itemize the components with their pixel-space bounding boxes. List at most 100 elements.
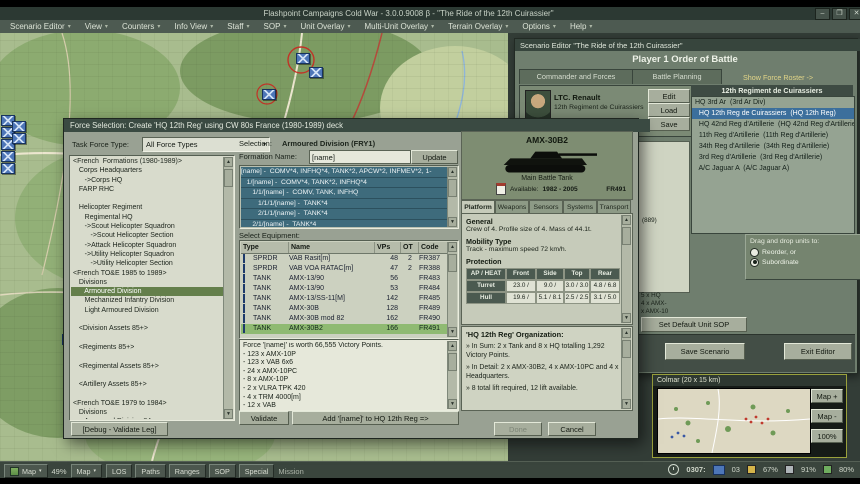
column-ot[interactable]: OT — [401, 242, 419, 253]
tree-item[interactable]: Armoured Division — [71, 287, 224, 297]
formation-node[interactable]: 1/[name] - COMV*4, TANK*2, INFHQ*4 — [241, 177, 448, 189]
force-roster-list[interactable]: HQ 3rd Ar (3rd Ar Div) HQ 12th Reg de Cu… — [691, 96, 855, 234]
roster-item[interactable]: 34th Reg d'Artillerie (34th Reg d'Artill… — [692, 141, 854, 152]
scrollbar[interactable]: ▲ ▼ — [223, 157, 233, 419]
column-vps[interactable]: VPs — [375, 242, 401, 253]
minimap-view[interactable] — [657, 388, 811, 454]
formation-structure-list[interactable]: [name] - COMV*4, INFHQ*4, TANK*2, APCW*2… — [239, 165, 459, 229]
tree-item[interactable] — [71, 389, 224, 398]
view-toggle-button[interactable]: LOS — [106, 464, 133, 478]
scrollbar[interactable]: ▲ ▼ — [621, 215, 631, 323]
scenario-editor-titlebar[interactable]: Scenario Editor "The Ride of the 12th Cu… — [515, 39, 860, 51]
save-button[interactable]: Save — [648, 117, 690, 131]
roster-item[interactable]: HQ 12th Reg de Cuirassiers (HQ 12th Reg) — [692, 108, 854, 119]
equipment-tab[interactable]: Transport — [597, 200, 631, 214]
equipment-row[interactable]: TANK AMX-13/90 56 FR483 — [241, 274, 448, 284]
view-toggle-button[interactable]: Ranges — [168, 464, 206, 478]
scrollbar-track[interactable] — [448, 252, 457, 327]
scrollbar-thumb[interactable] — [622, 227, 631, 245]
equipment-row[interactable]: SPRDR VAB VOA RATAC[m] 47 2 FR388 — [241, 264, 448, 274]
equipment-row[interactable]: TANK AMX-13/SS-11[M] 142 FR485 — [241, 294, 448, 304]
tree-item[interactable]: Divisions — [71, 408, 224, 417]
scrollbar[interactable]: ▲ ▼ — [447, 167, 457, 227]
scrollbar-thumb[interactable] — [622, 340, 631, 358]
map-unit-counter[interactable] — [296, 53, 310, 64]
close-button[interactable]: ✕ — [849, 7, 860, 20]
minimap-titlebar[interactable]: Colmar (20 x 15 km) — [653, 375, 846, 386]
tree-item[interactable]: ->Utility Helicopter Squadron — [71, 250, 224, 259]
scroll-up-icon[interactable]: ▲ — [448, 167, 457, 177]
roster-item[interactable]: HQ 3rd Ar (3rd Ar Div) — [692, 97, 854, 108]
scroll-up-icon[interactable]: ▲ — [448, 242, 457, 252]
tree-item[interactable]: Mechanized Infantry Division — [71, 296, 224, 305]
formation-node[interactable]: 1/1/1/[name] - TANK*4 — [241, 198, 448, 210]
radio-icon[interactable] — [750, 257, 759, 267]
tree-item[interactable]: <French TO&E 1979 to 1984> — [71, 399, 224, 408]
add-to-hq-button[interactable]: Add '[name]' to HQ 12th Reg => — [292, 411, 459, 425]
formation-template-tree[interactable]: <French Formations (1980-1989)> Corps He… — [69, 155, 235, 421]
set-default-unit-sop-button[interactable]: Set Default Unit SOP — [641, 317, 747, 332]
scrollbar[interactable]: ▲ ▼ — [447, 341, 457, 409]
map-menu-button[interactable]: Map ▾ — [70, 464, 103, 478]
scroll-up-icon[interactable]: ▲ — [448, 341, 457, 351]
scroll-down-icon[interactable]: ▼ — [448, 399, 457, 409]
tree-item[interactable]: Divisions — [71, 278, 224, 287]
column-name[interactable]: Name — [289, 242, 375, 253]
scrollbar-thumb[interactable] — [448, 179, 457, 197]
view-toggle-button[interactable]: Paths — [135, 464, 166, 478]
scroll-down-icon[interactable]: ▼ — [448, 327, 457, 337]
column-code[interactable]: Code — [419, 242, 449, 253]
scrollbar-track[interactable] — [448, 351, 457, 399]
menu-item[interactable]: Info View ▾ — [167, 20, 220, 33]
map-unit-counter[interactable] — [309, 67, 323, 78]
scrollbar[interactable]: ▲ ▼ — [447, 242, 457, 337]
equipment-tab[interactable]: Systems — [563, 200, 597, 214]
force-summary-box[interactable]: Force '[name]' is worth 66,555 Victory P… — [239, 339, 459, 411]
map-unit-counter[interactable] — [262, 89, 276, 100]
debug-validate-leg-button[interactable]: [Debug - Validate Leg] — [71, 422, 168, 436]
roster-item[interactable]: 3rd Reg d'Artillerie (3rd Reg d'Artiller… — [692, 152, 854, 163]
save-scenario-button[interactable]: Save Scenario — [665, 343, 745, 360]
menu-item[interactable]: Unit Overlay ▾ — [293, 20, 357, 33]
tree-item[interactable]: ->Scout Helicopter Section — [71, 231, 224, 240]
equipment-tab[interactable]: Platform — [461, 200, 495, 214]
tree-item[interactable]: Corps Headquarters — [71, 166, 224, 175]
menu-item[interactable]: Options ▾ — [515, 20, 563, 33]
column-type[interactable]: Type — [241, 242, 289, 253]
scroll-down-icon[interactable]: ▼ — [622, 399, 631, 409]
done-button[interactable]: Done — [494, 422, 542, 436]
tree-item[interactable]: ->Utility Helicopter Section — [71, 259, 224, 268]
tree-item[interactable]: ->Attack Helicopter Squadron — [71, 241, 224, 250]
scroll-up-icon[interactable]: ▲ — [622, 215, 631, 225]
edit-button[interactable]: Edit — [648, 89, 690, 103]
equipment-row[interactable]: TANK AMX-30B2 166 FR491 — [241, 324, 448, 334]
tree-item[interactable]: ->Scout Helicopter Squadron — [71, 222, 224, 231]
minimap-button[interactable]: Map - — [811, 409, 843, 423]
tab-battle-planning[interactable]: Battle Planning — [632, 69, 722, 84]
scroll-down-icon[interactable]: ▼ — [224, 409, 233, 419]
equipment-row[interactable]: TANK AMX-13/90 53 FR484 — [241, 284, 448, 294]
scrollbar-thumb[interactable] — [448, 353, 457, 371]
tab-commander-and-forces[interactable]: Commander and Forces — [519, 69, 633, 84]
view-toggle-button[interactable]: SOP — [208, 464, 236, 478]
formation-node[interactable]: 2/1/[name] - TANK*4 — [241, 219, 448, 227]
tree-item[interactable]: <Regimental Assets 85+> — [71, 362, 224, 371]
maximize-button[interactable]: ❐ — [832, 7, 847, 20]
roster-item[interactable]: A/C Jaguar A (A/C Jaguar A) — [692, 163, 854, 174]
window-titlebar[interactable]: Flashpoint Campaigns Cold War - 3.0.0.90… — [0, 7, 860, 20]
scrollbar[interactable]: ▲ ▼ — [621, 328, 631, 409]
scrollbar-track[interactable] — [622, 225, 631, 313]
tree-item[interactable] — [71, 334, 224, 343]
equipment-tab[interactable]: Sensors — [529, 200, 563, 214]
scrollbar-track[interactable] — [224, 167, 233, 409]
equipment-row[interactable]: TANK AMX-30B 128 FR489 — [241, 304, 448, 314]
map-unit-counter[interactable] — [1, 151, 15, 162]
roster-item[interactable]: HQ 42nd Reg d'Artillerie (HQ 42nd Reg d'… — [692, 119, 854, 130]
tree-item[interactable] — [71, 315, 224, 324]
scroll-up-icon[interactable]: ▲ — [622, 328, 631, 338]
tree-item[interactable]: Regimental HQ — [71, 213, 224, 222]
scroll-down-icon[interactable]: ▼ — [622, 313, 631, 323]
tree-item[interactable]: ->Corps HQ — [71, 176, 224, 185]
formation-node[interactable]: 1/1/[name] - COMV, TANK, INFHQ — [241, 188, 448, 199]
radio-icon[interactable] — [750, 247, 759, 257]
